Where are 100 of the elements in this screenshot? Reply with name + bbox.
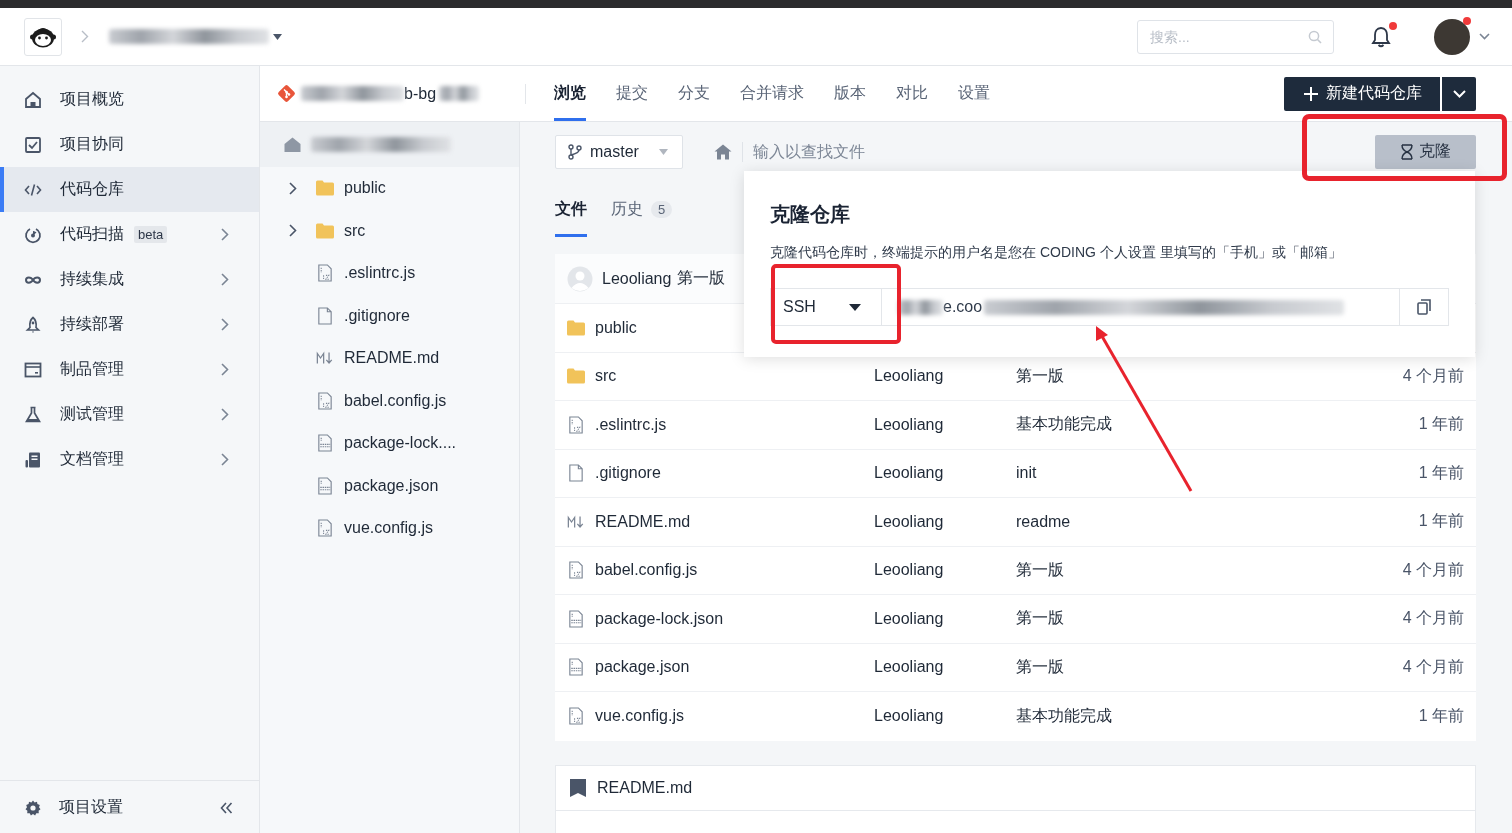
house-icon [284, 137, 301, 152]
file-name[interactable]: .eslintrc.js [595, 415, 667, 434]
tree-item[interactable]: vue.config.js [260, 507, 519, 550]
nav-tab[interactable]: 版本 [834, 66, 866, 121]
tree-item[interactable]: package.json [260, 464, 519, 507]
nav-tab[interactable]: 浏览 [554, 66, 586, 121]
data-file-icon [316, 476, 334, 495]
chevron-right-icon[interactable] [289, 181, 297, 195]
sidebar-item[interactable]: 代码扫描 beta [0, 212, 259, 257]
file-name[interactable]: .gitignore [595, 464, 661, 483]
commit-time: 1 年前 [1418, 705, 1464, 726]
search-field[interactable]: 搜索... [1137, 19, 1334, 54]
sidebar-item[interactable]: 代码仓库 [0, 167, 259, 212]
commit-author: Leooliang [874, 415, 945, 434]
commit-time: 4 个月前 [1402, 608, 1464, 629]
commit-message: 第一版 [1016, 365, 1065, 386]
caret-icon[interactable] [273, 33, 282, 40]
tree-item[interactable]: public [260, 167, 519, 210]
avatar-placeholder[interactable] [1434, 18, 1470, 55]
nav-tab[interactable]: 合并请求 [740, 66, 804, 121]
branch-icon [568, 143, 582, 160]
file-name[interactable]: vue.config.js [595, 707, 684, 726]
commit-message: 基本功能完成 [1016, 705, 1113, 726]
protocol-select[interactable]: SSH [770, 288, 881, 326]
commit-message: 第一版 [1016, 656, 1065, 677]
file-name[interactable]: package.json [595, 658, 690, 677]
readme-title: README.md [597, 778, 693, 797]
tree-item[interactable]: babel.config.js [260, 379, 519, 422]
tree-item[interactable]: package-lock.... [260, 422, 519, 465]
file-icon [316, 306, 334, 325]
blurred-text-block [898, 299, 943, 315]
copy-button[interactable] [1400, 288, 1449, 326]
new-repo-button[interactable]: 新建代码仓库 [1284, 76, 1440, 111]
chevron-right-icon [81, 30, 89, 43]
commit-message: readme [1016, 512, 1072, 531]
nav-tab[interactable]: 分支 [678, 66, 710, 121]
document-icon [24, 450, 42, 469]
settings-icon [25, 799, 41, 816]
folder-icon [567, 367, 585, 386]
file-search-field[interactable]: 输入以查找文件 [753, 136, 1073, 167]
sidebar-item[interactable]: 制品管理 [0, 347, 259, 392]
popup-description: 克隆代码仓库时，终端提示的用户名是您在 CODING 个人设置 里填写的「手机」或「邮箱」 [770, 243, 1343, 262]
sidebar-item[interactable]: 测试管理 [0, 392, 259, 437]
logo-icon[interactable] [24, 17, 62, 56]
script-file-icon [567, 707, 585, 726]
tree-item[interactable]: .gitignore [260, 294, 519, 337]
commit-message: init [1016, 464, 1038, 483]
folder-icon [316, 221, 334, 240]
collapse-icon[interactable] [220, 801, 233, 814]
data-file-icon [567, 658, 585, 677]
file-name[interactable]: src [595, 367, 617, 386]
sidebar-item[interactable]: 项目概览 [0, 77, 259, 122]
sidebar-item[interactable]: 持续部署 [0, 302, 259, 347]
file-name[interactable]: package-lock.json [595, 609, 724, 628]
clone-button[interactable]: 克隆 [1375, 134, 1476, 169]
commit-author: Leooliang [874, 561, 945, 580]
sidebar-item[interactable]: 持续集成 [0, 257, 259, 302]
commit-time: 1 年前 [1418, 462, 1464, 483]
plus-icon [1304, 86, 1318, 101]
file-tab[interactable]: 文件 [555, 181, 587, 237]
tree-item[interactable]: .eslintrc.js [260, 252, 519, 295]
clone-url-field[interactable]: e.coo [881, 288, 1400, 326]
script-file-icon [567, 415, 585, 434]
tree-item[interactable]: src [260, 209, 519, 252]
chevron-down-icon [1452, 89, 1466, 98]
file-name[interactable]: public [595, 318, 637, 337]
settings-item[interactable]: 项目设置 [0, 780, 259, 833]
commit-author: Leooliang [874, 658, 945, 677]
count-badge: 5 [651, 200, 673, 218]
nav-tab[interactable]: 提交 [616, 66, 648, 121]
commit-author: Leooliang [874, 707, 945, 726]
repo-name: b-bg [404, 84, 437, 103]
data-file-icon [316, 434, 334, 453]
dropdown-button[interactable] [1442, 76, 1476, 111]
commit-message: 第一版 [1016, 608, 1065, 629]
house-icon[interactable] [714, 143, 732, 160]
bell-icon[interactable] [1371, 25, 1391, 48]
chevron-down-icon[interactable] [1479, 33, 1490, 40]
data-file-icon [567, 609, 585, 628]
script-file-icon [316, 519, 334, 538]
commit-author: Leooliang [602, 269, 672, 288]
nav-tab[interactable]: 设置 [958, 66, 990, 121]
bookmark-icon [570, 778, 586, 797]
sidebar-item[interactable]: 文档管理 [0, 437, 259, 482]
file-name[interactable]: babel.config.js [595, 561, 698, 580]
commit-time: 1 年前 [1418, 414, 1464, 435]
branch-select[interactable]: master [555, 134, 683, 169]
nav-tab[interactable]: 对比 [896, 66, 928, 121]
file-name[interactable]: README.md [595, 512, 691, 531]
commit-message: 第一版 [677, 268, 726, 288]
file-icon [567, 464, 585, 483]
commit-time: 4 个月前 [1402, 559, 1464, 580]
chevron-right-icon[interactable] [289, 224, 297, 238]
tree-item[interactable]: README.md [260, 337, 519, 380]
sidebar-item[interactable]: 项目协同 [0, 122, 259, 167]
script-file-icon [567, 561, 585, 580]
house-icon [24, 90, 42, 109]
commit-message: 第一版 [1016, 559, 1065, 580]
archive-icon [24, 360, 42, 379]
file-tab[interactable]: 历史 5 [611, 181, 673, 237]
